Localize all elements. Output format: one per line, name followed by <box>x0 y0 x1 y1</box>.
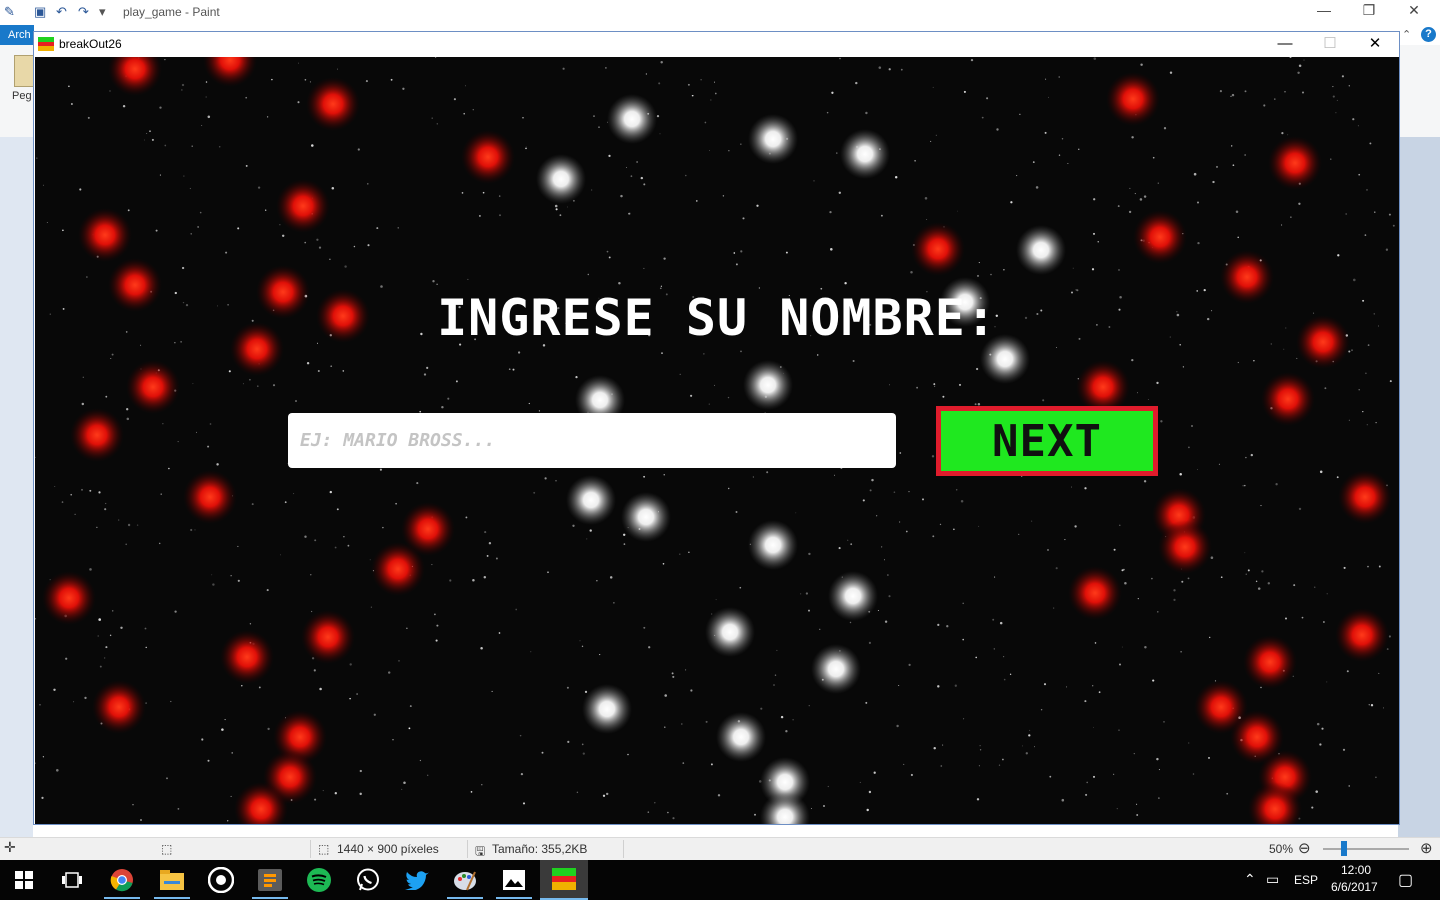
task-view-icon[interactable] <box>58 866 86 894</box>
white-orb <box>582 684 632 734</box>
cursor-position-icon: ✛ <box>4 839 16 855</box>
redo-icon[interactable]: ↷ <box>78 4 89 20</box>
help-icon[interactable]: ? <box>1421 27 1436 42</box>
zoom-slider-thumb[interactable] <box>1341 841 1347 856</box>
file-explorer-icon[interactable] <box>158 866 186 894</box>
zoom-level: 50% <box>1269 842 1294 856</box>
white-orb <box>607 94 657 144</box>
red-orb <box>461 130 515 184</box>
player-name-input[interactable] <box>288 413 896 468</box>
red-orb <box>1335 608 1389 662</box>
zoom-slider-track[interactable] <box>1323 848 1409 850</box>
red-orb <box>1243 635 1297 689</box>
obs-icon[interactable] <box>207 866 235 894</box>
white-orb <box>840 129 890 179</box>
white-orb <box>621 492 671 542</box>
game-window-title: breakOut26 <box>59 37 122 51</box>
image-dimensions: 1440 × 900 píxeles <box>337 842 439 856</box>
white-orb <box>705 607 755 657</box>
red-orb <box>306 77 360 131</box>
save-icon[interactable]: ▣ <box>34 4 46 20</box>
network-icon[interactable]: ▭ <box>1266 871 1279 888</box>
paint-window-title: play_game - Paint <box>123 5 220 19</box>
white-orb <box>716 712 766 762</box>
white-orb <box>748 520 798 570</box>
white-orb <box>566 475 616 525</box>
paint-canvas-area <box>0 137 33 837</box>
red-orb <box>301 610 355 664</box>
paint-app-icon: ✎ <box>4 4 15 19</box>
breakout-taskbar-button[interactable] <box>540 860 588 900</box>
red-orb <box>1068 566 1122 620</box>
red-orb <box>78 208 132 262</box>
file-size: Tamaño: 355,2KB <box>492 842 588 856</box>
paint-statusbar: ✛ ⬚ ⬚ 1440 × 900 píxeles 🖫 Tamaño: 355,2… <box>0 837 1440 861</box>
paint-file-tab[interactable]: Arch <box>0 25 34 45</box>
red-orb <box>1158 520 1212 574</box>
spotify-icon[interactable] <box>305 866 333 894</box>
white-orb <box>743 360 793 410</box>
game-close-button[interactable]: ✕ <box>1353 34 1397 54</box>
red-orb <box>1338 470 1392 524</box>
red-orb <box>183 470 237 524</box>
paste-label[interactable]: Peg <box>12 90 32 102</box>
ribbon-collapse-icon[interactable]: ⌃ <box>1402 28 1411 41</box>
name-prompt-heading: INGRESE SU NOMBRE: <box>437 289 997 347</box>
start-icon[interactable] <box>10 866 38 894</box>
game-titlebar: breakOut26 — ☐ ✕ <box>34 32 1399 56</box>
red-orb <box>42 571 96 625</box>
clock-date[interactable]: 6/6/2017 <box>1331 880 1378 894</box>
red-orb <box>1261 372 1315 426</box>
zoom-out-icon[interactable]: ⊖ <box>1298 839 1311 857</box>
paint-close-button[interactable]: ✕ <box>1399 2 1429 19</box>
red-orb <box>276 179 330 233</box>
input-language[interactable]: ESP <box>1294 873 1318 887</box>
red-orb <box>1268 136 1322 190</box>
action-center-icon[interactable]: ▢ <box>1398 870 1413 890</box>
undo-icon[interactable]: ↶ <box>56 4 67 20</box>
game-canvas: INGRESE SU NOMBRE: NEXT <box>35 57 1399 824</box>
white-orb <box>811 644 861 694</box>
sublime-icon[interactable] <box>256 866 284 894</box>
white-orb <box>748 114 798 164</box>
game-window: breakOut26 — ☐ ✕ INGRESE SU NOMBRE: EJ: … <box>33 31 1400 825</box>
paint-icon[interactable] <box>451 866 479 894</box>
twitter-icon[interactable] <box>403 866 431 894</box>
red-orb <box>126 360 180 414</box>
breakout-icon <box>552 868 576 890</box>
chrome-icon[interactable] <box>108 866 136 894</box>
red-orb <box>1106 72 1160 126</box>
paint-titlebar: ✎ ▣ ↶ ↷ ▾ play_game - Paint — ❐ ✕ <box>0 0 1440 24</box>
game-minimize-button[interactable]: — <box>1263 34 1307 54</box>
next-button[interactable]: NEXT <box>936 406 1158 476</box>
white-orb <box>1016 225 1066 275</box>
red-orb <box>371 542 425 596</box>
game-maximize-button[interactable]: ☐ <box>1308 34 1352 54</box>
windows-taskbar: ⌃ ▭ ESP 12:00 6/6/2017 ▢ <box>0 860 1440 900</box>
customize-toolbar-icon[interactable]: ▾ <box>99 4 106 20</box>
red-orb <box>1133 210 1187 264</box>
zoom-in-icon[interactable]: ⊕ <box>1420 839 1433 857</box>
tray-expand-icon[interactable]: ⌃ <box>1244 871 1256 888</box>
red-orb <box>70 408 124 462</box>
breakout-app-icon <box>38 37 54 51</box>
paint-minimize-button[interactable]: — <box>1309 2 1339 18</box>
clock-time[interactable]: 12:00 <box>1341 863 1371 877</box>
red-orb <box>911 222 965 276</box>
paint-restore-button[interactable]: ❐ <box>1354 2 1384 19</box>
white-orb <box>536 154 586 204</box>
red-orb <box>92 680 146 734</box>
selection-size-icon: ⬚ <box>161 842 173 856</box>
photos-icon[interactable] <box>500 866 528 894</box>
whatsapp-icon[interactable] <box>354 866 382 894</box>
white-orb <box>828 571 878 621</box>
image-size-icon: ⬚ <box>318 842 330 856</box>
red-orb <box>220 630 274 684</box>
paint-canvas-area-right <box>1398 137 1440 837</box>
